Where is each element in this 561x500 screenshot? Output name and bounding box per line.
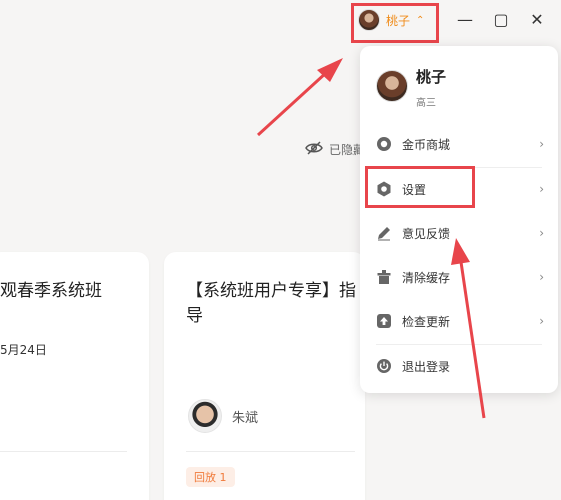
chevron-right-icon: › [539, 182, 544, 196]
course-date: 5月24日 [0, 343, 47, 357]
close-button[interactable]: ✕ [526, 8, 548, 30]
annotation-box-settings [365, 166, 475, 208]
user-dropdown-menu: 桃子 高三 金币商城 › 设置 › 意见反馈 › 清除缓存 › 检查更新 › 退… [360, 46, 558, 393]
teacher-avatar [188, 399, 222, 433]
course-card[interactable]: 观春季系统班 5月24日 [0, 252, 149, 500]
pencil-icon [376, 225, 392, 241]
power-icon [376, 358, 392, 374]
course-title: 【系统班用户专享】指导 [186, 281, 356, 326]
menu-item-clear-cache[interactable]: 清除缓存 › [376, 264, 544, 290]
trash-icon [376, 269, 392, 285]
annotation-box-user-chip [351, 3, 439, 43]
divider [0, 451, 127, 452]
avatar [376, 70, 408, 102]
menu-item-label: 退出登录 [402, 359, 451, 374]
teacher-name: 朱斌 [232, 410, 259, 426]
teacher-info: 朱斌 [188, 399, 258, 433]
chevron-right-icon: › [539, 137, 544, 151]
coin-icon [376, 136, 392, 152]
menu-item-label: 意见反馈 [402, 226, 451, 241]
profile-grade: 高三 [416, 98, 436, 109]
chevron-right-icon: › [539, 314, 544, 328]
chevron-right-icon: › [539, 226, 544, 240]
course-card[interactable]: 【系统班用户专享】指导 朱斌 回放 1 [164, 252, 365, 500]
upload-icon [376, 313, 392, 329]
divider [186, 451, 355, 452]
hidden-toggle[interactable]: 已隐藏 [305, 141, 365, 158]
chevron-right-icon: › [539, 270, 544, 284]
menu-item-check-update[interactable]: 检查更新 › [376, 308, 544, 334]
profile-name: 桃子 [416, 68, 447, 86]
course-title: 观春季系统班 [0, 281, 102, 301]
divider [376, 344, 542, 345]
replay-badge: 回放 1 [186, 467, 235, 487]
menu-item-coin-shop[interactable]: 金币商城 › [376, 131, 544, 157]
menu-item-label: 检查更新 [402, 314, 451, 329]
menu-item-label: 清除缓存 [402, 270, 451, 285]
menu-item-label: 金币商城 [402, 137, 451, 152]
eye-off-icon [305, 141, 323, 158]
menu-item-logout[interactable]: 退出登录 [376, 353, 544, 379]
maximize-button[interactable]: ▢ [490, 8, 512, 30]
menu-item-feedback[interactable]: 意见反馈 › [376, 220, 544, 246]
minimize-button[interactable]: — [454, 8, 476, 30]
